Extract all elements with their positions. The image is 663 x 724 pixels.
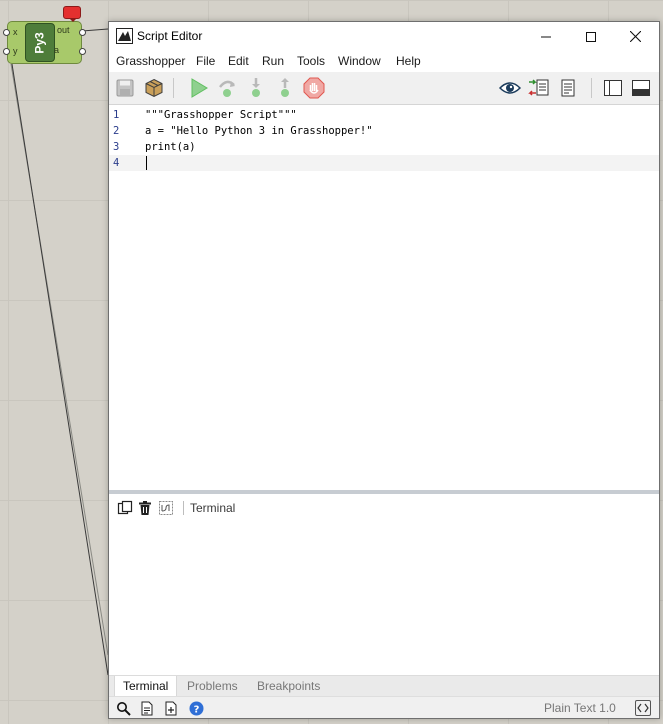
output-grip-out[interactable] — [79, 29, 86, 36]
code-text[interactable]: print(a) — [145, 139, 196, 155]
output-param-out: out — [57, 25, 70, 35]
svg-text:?: ? — [193, 704, 199, 715]
code-text[interactable]: a = "Hello Python 3 in Grasshopper!" — [145, 123, 373, 139]
minimize-button[interactable] — [523, 22, 568, 51]
close-icon — [630, 31, 641, 42]
step-out-button[interactable] — [273, 76, 297, 100]
grasshopper-app-icon — [116, 28, 133, 44]
maximize-button[interactable] — [568, 22, 613, 51]
language-indicator[interactable]: Plain Text 1.0 — [544, 701, 616, 715]
panel-toolbar-separator — [183, 501, 184, 515]
copy-icon — [117, 500, 133, 515]
python3-component[interactable]: x y Py3 out a — [3, 21, 86, 64]
step-into-button[interactable] — [244, 76, 268, 100]
search-icon — [116, 701, 131, 716]
stop-button[interactable] — [302, 76, 326, 100]
layout-bottom-icon — [632, 80, 650, 96]
import-export-button[interactable] — [527, 76, 551, 100]
code-line-3[interactable]: 3 print(a) — [109, 139, 659, 155]
layout-side-icon — [604, 80, 622, 96]
maximize-icon — [585, 31, 596, 42]
toolbar — [109, 72, 659, 105]
output-param-a: a — [54, 45, 60, 55]
menu-grasshopper[interactable]: Grasshopper — [116, 54, 185, 68]
menu-help[interactable]: Help — [396, 54, 421, 68]
message-balloon-tip — [69, 18, 77, 22]
copy-button[interactable] — [117, 500, 133, 516]
stop-icon — [303, 77, 325, 99]
terminal-toolbar: Terminal — [109, 494, 659, 522]
document-icon — [141, 701, 153, 715]
line-number: 4 — [113, 157, 120, 169]
code-line-1[interactable]: 1 """Grasshopper Script""" — [109, 107, 659, 123]
input-grip-x[interactable] — [3, 29, 10, 36]
panel-title: Terminal — [190, 501, 236, 515]
toolbar-separator — [173, 78, 174, 98]
clear-button[interactable] — [137, 500, 153, 516]
package-icon — [145, 78, 163, 98]
code-line-4[interactable]: 4 — [109, 155, 659, 171]
component-core[interactable]: Py3 — [25, 23, 55, 62]
word-wrap-button[interactable] — [158, 500, 174, 516]
menu-tools[interactable]: Tools — [297, 54, 325, 68]
component-name: Py3 — [32, 31, 47, 54]
window-title: Script Editor — [137, 29, 203, 43]
status-bar: ? Plain Text 1.0 — [109, 696, 659, 718]
search-button[interactable] — [115, 700, 131, 716]
input-param-y: y — [13, 46, 18, 56]
menu-bar: Grasshopper File Edit Run Tools Window H… — [109, 51, 659, 72]
menu-run[interactable]: Run — [262, 54, 284, 68]
input-grip-y[interactable] — [3, 48, 10, 55]
trash-icon — [139, 501, 151, 515]
script-info-button[interactable] — [556, 76, 580, 100]
import-export-icon — [528, 79, 549, 96]
script-editor-window[interactable]: Script Editor Grasshopper File Edit Run … — [108, 21, 660, 719]
menu-window[interactable]: Window — [338, 54, 381, 68]
tab-terminal[interactable]: Terminal — [114, 676, 178, 696]
add-file-button[interactable] — [163, 700, 179, 716]
eye-icon — [499, 82, 521, 94]
code-embed-button[interactable] — [635, 700, 651, 716]
bottom-panel-layout-button[interactable] — [629, 76, 653, 100]
new-file-button[interactable] — [139, 700, 155, 716]
step-over-button[interactable] — [215, 76, 239, 100]
step-over-icon — [219, 80, 235, 97]
script-info-icon — [561, 79, 575, 97]
close-button[interactable] — [613, 22, 658, 51]
side-panel-layout-button[interactable] — [601, 76, 625, 100]
word-wrap-icon — [159, 501, 173, 515]
run-button[interactable] — [187, 76, 211, 100]
code-brackets-icon — [637, 703, 649, 713]
step-into-icon — [252, 78, 260, 97]
toolbar-separator-2 — [591, 78, 592, 98]
menu-file[interactable]: File — [196, 54, 215, 68]
panel-tabs: Terminal Problems Breakpoints — [109, 675, 659, 696]
line-number: 3 — [113, 141, 120, 153]
save-button[interactable] — [113, 76, 137, 100]
save-icon — [116, 79, 134, 97]
package-button[interactable] — [142, 76, 166, 100]
run-icon — [191, 78, 208, 98]
tab-breakpoints[interactable]: Breakpoints — [249, 676, 328, 696]
terminal-panel[interactable]: Terminal — [109, 494, 659, 675]
step-out-icon — [281, 78, 289, 97]
minimize-icon — [540, 36, 551, 37]
text-caret — [146, 156, 147, 170]
code-editor[interactable]: 1 """Grasshopper Script""" 2 a = "Hello … — [109, 106, 659, 490]
title-bar[interactable]: Script Editor — [109, 22, 659, 51]
help-icon: ? — [189, 701, 203, 715]
preview-toggle-button[interactable] — [498, 76, 522, 100]
tab-problems[interactable]: Problems — [179, 676, 246, 696]
line-number: 1 — [113, 109, 120, 121]
line-number: 2 — [113, 125, 120, 137]
code-line-2[interactable]: 2 a = "Hello Python 3 in Grasshopper!" — [109, 123, 659, 139]
input-param-x: x — [13, 27, 18, 37]
code-text[interactable]: """Grasshopper Script""" — [145, 107, 297, 123]
document-add-icon — [165, 701, 177, 715]
menu-edit[interactable]: Edit — [228, 54, 249, 68]
output-grip-a[interactable] — [79, 48, 86, 55]
help-button[interactable]: ? — [188, 700, 204, 716]
